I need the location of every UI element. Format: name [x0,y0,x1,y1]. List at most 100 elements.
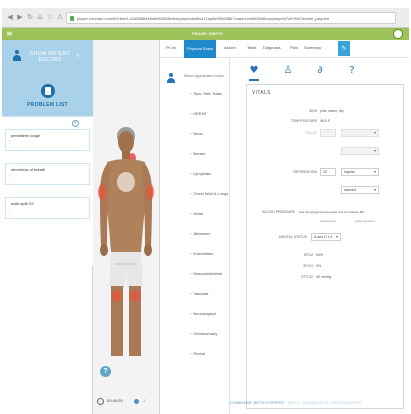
drag-handle-icon[interactable]: ⋮ [8,207,12,212]
chevron-right-icon: › [190,311,192,316]
exam-item[interactable]: › Breast [190,151,205,156]
back-arrow-icon[interactable]: ◀ [6,13,14,21]
menu-icon[interactable]: ≡ [6,30,14,38]
spo2-label: SPO2 [303,253,313,257]
chevron-right-icon: › [76,51,80,61]
problem-text: persistent cough [11,133,41,138]
exam-item-label: Neurological [193,311,216,316]
heart-icon[interactable]: ♥ [248,65,260,81]
shield-icon[interactable]: ⚠ [56,13,64,21]
pin-icon[interactable]: ✎ [338,41,350,56]
exam-item[interactable]: › Abdomen [190,231,210,236]
exam-item[interactable]: › Neck [190,131,202,136]
person-icon [167,73,175,83]
drag-handle-icon[interactable]: ⋮ [8,173,12,178]
blood-pressure-label: BLOOD PRESSURE [262,210,295,214]
problem-item[interactable]: persistent cough ⋮ [5,129,90,151]
exam-item[interactable]: › Skin, Hair, Nails [190,91,222,96]
exam-item[interactable]: › Chest Wall & Lungs [190,191,228,196]
chevron-right-icon: › [190,191,192,196]
next-step-link[interactable]: NEXT: DIAGNOSTIC ASSESSMENT [288,400,362,405]
exam-item-label: Genitourinary [193,331,218,336]
chevron-down-icon: ▾ [373,148,376,153]
tab-diagnosis[interactable]: Diagnosis [263,45,281,50]
tab-assessment[interactable]: Assm't [224,45,236,50]
url-text: player.i-human.com/#/f1b0c9-41d58884e6a9… [77,16,330,21]
person-icon[interactable]: ♙ [282,65,294,77]
mental-status-select[interactable]: A and O x 4 ▾ [311,233,341,241]
clipboard-icon [41,84,55,98]
forward-arrow-icon[interactable]: ▶ [16,13,24,21]
chevron-right-icon: › [190,151,192,156]
star-icon[interactable]: ☆ [46,13,54,21]
exam-item-label: Breast [193,151,205,156]
url-bar[interactable]: player.i-human.com/#/f1b0c9-41d58884e6a9… [66,12,396,24]
problem-text: shortness of breath [11,167,46,172]
drag-handle-icon[interactable]: ⋮ [8,139,12,144]
person-icon [12,50,22,62]
speaker-icon[interactable]: ♪ [143,398,146,404]
show-record-label: SHOW PATIENT RECORD [30,51,70,63]
exam-item-label: Chest Wall & Lungs [193,191,229,196]
exam-item[interactable]: › Musculoskeletal [190,271,222,276]
patient-figure[interactable] [93,124,160,374]
app-logo [393,29,403,39]
patient-viewer: ? 00:49:25 ♪ [93,40,160,414]
footer-bar: COMPARE WITH EXPERT NEXT: DIAGNOSTIC ASS… [160,396,409,410]
patient-name: FRANK SMITH [192,31,223,36]
tab-plan[interactable]: Plan [290,45,298,50]
lock-icon [70,16,74,21]
exam-item[interactable]: › Genitourinary [190,331,217,336]
exam-item[interactable]: › Heart [190,211,203,216]
vitals-panel: VITALS SKIN pink, warm, dry TEMPERATURE … [246,84,404,409]
chevron-right-icon: › [190,131,192,136]
question-icon[interactable]: ? [346,65,358,77]
tab-tests[interactable]: Tests [247,45,256,50]
exam-item[interactable]: › Lymphatic [190,171,211,176]
problem-item[interactable]: shortness of breath ⋮ [5,163,90,185]
compare-with-expert-link[interactable]: COMPARE WITH EXPERT [230,400,284,405]
exam-item[interactable]: › Extremities [190,251,213,256]
respiration-rate-field[interactable]: 22 [320,168,336,176]
skin-label: SKIN [308,109,317,113]
etco2-value: 40 mmHg [316,275,332,279]
reload-icon[interactable]: ↻ [26,13,34,21]
tab-summary[interactable]: Summary [304,45,321,50]
exam-item-label: Extremities [193,251,214,256]
tab-physical-exam[interactable]: Physical Exam [184,40,217,58]
browser-toolbar: ◀ ▶ ↻ ⌂ ☆ ⚠ player.i-human.com/#/f1b0c9-… [2,8,409,28]
chevron-right-icon: › [190,171,192,176]
exam-item-label: Neck [193,131,203,136]
spco-value: 3% [316,264,322,268]
home-icon[interactable]: ⌂ [36,13,44,21]
mental-status-label: MENTAL STATUS [278,235,307,239]
chevron-right-icon: › [190,331,192,336]
record-icon[interactable] [134,399,139,404]
exam-item-label: Vascular [193,291,209,296]
exam-item-label: Lymphatic [193,171,212,176]
ear-icon[interactable]: ∂ [314,65,326,77]
exam-item[interactable]: › Neurological [190,311,216,316]
exam-item[interactable]: › HEENT [190,111,207,116]
bp-pulse-pressure: pulse pressure [355,219,375,223]
respiration-rhythm-value: regular [344,170,355,174]
respiration-rhythm-select[interactable]: regular ▾ [341,168,379,176]
tab-bar: Pt. hx Physical Exam Assm't Tests Diagno… [160,40,409,58]
exam-item[interactable]: › Rectal [190,351,205,356]
bp-assessment: assessment [320,219,337,223]
pulse-strength-select: ▾ [341,147,379,155]
chevron-right-icon: › [190,231,192,236]
tab-patient-history[interactable]: Pt. hx [166,45,176,50]
timer-text: 00:49:25 [107,398,123,403]
exam-item[interactable]: › Vascular [190,291,209,296]
problem-text: wide-split S2 [11,201,34,206]
blood-pressure-note: Use the sphygmomanometer tool to measure… [299,210,364,214]
exam-item-label: Abdomen [193,231,211,236]
show-patient-record-button[interactable]: SHOW PATIENT RECORD › [2,40,93,74]
respiration-effort-select[interactable]: labored ▾ [341,186,379,194]
add-problem-icon[interactable]: + [72,120,79,127]
skin-value: pink, warm, dry [320,109,344,113]
problem-item[interactable]: wide-split S2 ⋮ [5,197,90,219]
help-icon[interactable]: ? [100,366,111,377]
temperature-label: TEMPERATURE [290,119,317,123]
